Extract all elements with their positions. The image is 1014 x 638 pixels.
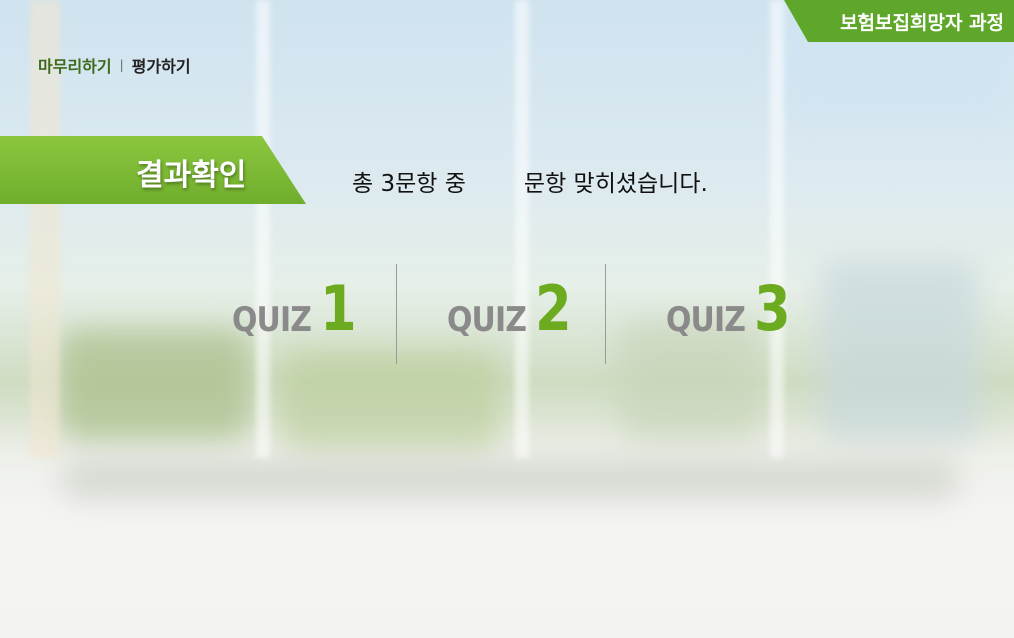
quiz-label: QUIZ (232, 300, 312, 340)
breadcrumb-section: 마무리하기 (38, 57, 112, 76)
breadcrumb-separator: | (119, 58, 124, 72)
course-badge: 보험보집희망자 과정 (784, 0, 1014, 42)
quiz-number: 3 (753, 272, 791, 345)
result-message-prefix: 총 3문항 중 (352, 171, 466, 197)
quiz-label: QUIZ (447, 300, 527, 340)
result-message-suffix: 문항 맞히셨습니다. (523, 171, 708, 197)
breadcrumb: 마무리하기 | 평가하기 (38, 53, 191, 77)
quiz-3-button[interactable]: QUIZ 3 (666, 278, 797, 340)
quiz-number: 2 (534, 272, 572, 345)
quiz-label: QUIZ (666, 300, 746, 340)
result-message: 총 3문항 중 문항 맞히셨습니다. (352, 164, 708, 198)
result-tag: 결과확인 (0, 136, 306, 204)
divider (396, 264, 397, 364)
quiz-2-button[interactable]: QUIZ 2 (447, 278, 578, 340)
quiz-number: 1 (319, 272, 357, 345)
divider (605, 264, 606, 364)
result-tag-label: 결과확인 (136, 158, 247, 193)
quiz-1-button[interactable]: QUIZ 1 (232, 278, 363, 340)
breadcrumb-current: 평가하기 (131, 57, 191, 76)
